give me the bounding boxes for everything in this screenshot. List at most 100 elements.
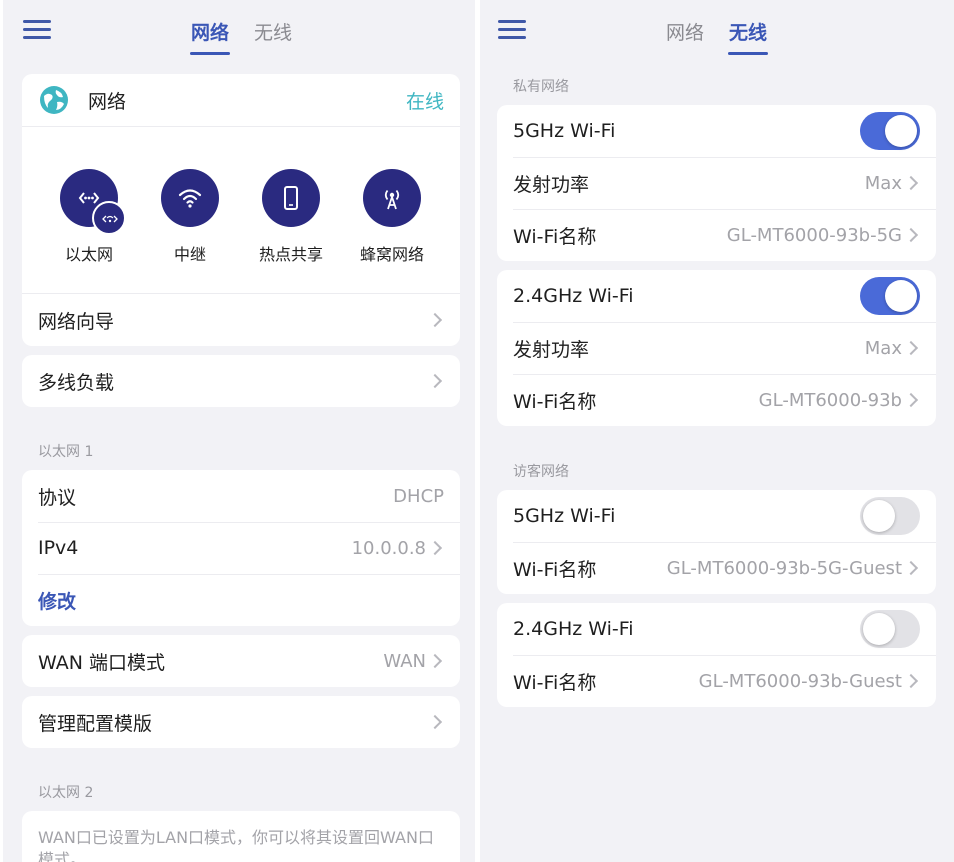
network-screen: 网络 无线 网络 在线 以太网 中继 热点共享 蜂窝网络 网络向导 多线负载 以…	[3, 0, 475, 862]
wan-port-card[interactable]: WAN 端口模式 WAN	[22, 635, 460, 687]
ipv4-value: 10.0.0.8	[351, 537, 426, 559]
tab-active-indicator	[190, 52, 230, 55]
chevron-right-icon	[427, 714, 443, 730]
wireless-screen: 网络 无线 私有网络 5GHz Wi-Fi 发射功率 Max Wi-Fi名称 G…	[480, 0, 954, 862]
power-row[interactable]: 发射功率 Max	[497, 157, 936, 209]
template-row[interactable]: 管理配置模版	[22, 696, 460, 748]
power-value: Max	[864, 337, 902, 359]
ethernet2-note: WAN口已设置为LAN口模式，你可以将其设置回WAN口模式。	[38, 828, 434, 862]
wifi-toggle[interactable]	[860, 610, 920, 648]
ssid-row[interactable]: Wi-Fi名称 GL-MT6000-93b	[497, 374, 936, 426]
ethernet2-section-title: 以太网 2	[38, 785, 94, 801]
protocol-label: 协议	[38, 486, 77, 509]
band-label: 2.4GHz Wi-Fi	[513, 285, 634, 307]
ssid-value: GL-MT6000-93b-Guest	[698, 670, 902, 692]
cellular-icon	[363, 169, 421, 227]
chevron-right-icon	[903, 673, 919, 689]
ssid-row[interactable]: Wi-Fi名称 GL-MT6000-93b-5G	[497, 209, 936, 261]
tab-wireless[interactable]: 无线	[726, 18, 770, 45]
header: 网络 无线	[480, 0, 954, 64]
ssid-row[interactable]: Wi-Fi名称 GL-MT6000-93b-Guest	[497, 655, 936, 707]
ethernet2-card: WAN口已设置为LAN口模式，你可以将其设置回WAN口模式。	[22, 811, 460, 862]
ssid-label: Wi-Fi名称	[513, 671, 597, 694]
chevron-right-icon	[427, 653, 443, 669]
network-wizard-label: 网络向导	[38, 310, 115, 333]
multi-wan-row[interactable]: 多线负载	[22, 355, 460, 407]
ssid-label: Wi-Fi名称	[513, 390, 597, 413]
menu-icon[interactable]	[23, 17, 51, 41]
wan-port-row[interactable]: WAN 端口模式 WAN	[22, 635, 460, 687]
power-label: 发射功率	[513, 173, 590, 196]
mode-tethering[interactable]: 热点共享	[246, 169, 336, 265]
ssid-value: GL-MT6000-93b	[758, 389, 902, 411]
multi-wan-card[interactable]: 多线负载	[22, 355, 460, 407]
ethernet1-card: 协议 DHCP IPv4 10.0.0.8 修改	[22, 470, 460, 626]
modify-button[interactable]: 修改	[38, 587, 444, 614]
chevron-right-icon	[903, 175, 919, 191]
mode-label: 中继	[173, 245, 206, 264]
ethernet1-section-title: 以太网 1	[38, 444, 94, 460]
wifi-toggle[interactable]	[860, 497, 920, 535]
chevron-right-icon	[427, 373, 443, 389]
globe-icon	[38, 84, 70, 116]
tab-network[interactable]: 网络	[663, 18, 707, 45]
band-label: 2.4GHz Wi-Fi	[513, 618, 634, 640]
protocol-row: 协议 DHCP	[22, 470, 460, 522]
protocol-value: DHCP	[393, 485, 444, 507]
ssid-label: Wi-Fi名称	[513, 225, 597, 248]
private-24g-card: 2.4GHz Wi-Fi 发射功率 Max Wi-Fi名称 GL-MT6000-…	[497, 270, 936, 426]
chevron-right-icon	[427, 312, 443, 328]
multi-wan-label: 多线负载	[38, 371, 115, 394]
online-status: 在线	[405, 90, 444, 113]
network-card-title: 网络	[88, 90, 127, 113]
private-network-section-title: 私有网络	[513, 79, 569, 95]
chevron-right-icon	[903, 560, 919, 576]
band-label: 5GHz Wi-Fi	[513, 505, 616, 527]
ssid-label: Wi-Fi名称	[513, 558, 597, 581]
tab-network[interactable]: 网络	[188, 18, 232, 45]
divider	[22, 126, 460, 127]
template-label: 管理配置模版	[38, 712, 153, 735]
chevron-right-icon	[903, 227, 919, 243]
wifi-toggle[interactable]	[860, 112, 920, 150]
tab-wireless[interactable]: 无线	[251, 18, 295, 45]
wifi-icon	[161, 169, 219, 227]
ipv4-row[interactable]: IPv4 10.0.0.8	[22, 522, 460, 574]
mode-ethernet[interactable]: 以太网	[44, 169, 134, 265]
ssid-row[interactable]: Wi-Fi名称 GL-MT6000-93b-5G-Guest	[497, 542, 936, 594]
mode-label: 热点共享	[258, 245, 323, 264]
power-value: Max	[864, 172, 902, 194]
private-5g-card: 5GHz Wi-Fi 发射功率 Max Wi-Fi名称 GL-MT6000-93…	[497, 105, 936, 261]
ipv4-label: IPv4	[38, 537, 79, 559]
mode-cellular[interactable]: 蜂窝网络	[347, 169, 437, 265]
mode-label: 蜂窝网络	[359, 245, 424, 264]
header: 网络 无线	[3, 0, 475, 64]
network-wizard-row[interactable]: 网络向导	[22, 294, 460, 346]
chevron-right-icon	[427, 540, 443, 556]
tab-active-indicator	[728, 52, 768, 55]
ethernet-icon	[60, 169, 126, 235]
template-card[interactable]: 管理配置模版	[22, 696, 460, 748]
ssid-value: GL-MT6000-93b-5G	[726, 224, 902, 246]
mode-repeater[interactable]: 中继	[145, 169, 235, 265]
chevron-right-icon	[903, 392, 919, 408]
chevron-right-icon	[903, 340, 919, 356]
menu-icon[interactable]	[498, 17, 526, 41]
guest-5g-card: 5GHz Wi-Fi Wi-Fi名称 GL-MT6000-93b-5G-Gues…	[497, 490, 936, 594]
sub-wifi-badge-icon	[92, 201, 126, 235]
wan-port-value: WAN	[383, 650, 426, 672]
guest-24g-card: 2.4GHz Wi-Fi Wi-Fi名称 GL-MT6000-93b-Guest	[497, 603, 936, 707]
power-row[interactable]: 发射功率 Max	[497, 322, 936, 374]
phone-icon	[262, 169, 320, 227]
power-label: 发射功率	[513, 338, 590, 361]
wan-port-label: WAN 端口模式	[38, 651, 165, 674]
network-status-row: 网络 在线	[22, 74, 460, 126]
modify-row[interactable]: 修改	[22, 574, 460, 626]
wifi-toggle[interactable]	[860, 277, 920, 315]
band-row: 5GHz Wi-Fi	[497, 105, 936, 157]
guest-network-section-title: 访客网络	[513, 464, 569, 480]
network-card: 网络 在线 以太网 中继 热点共享 蜂窝网络 网络向导	[22, 74, 460, 346]
band-row: 2.4GHz Wi-Fi	[497, 270, 936, 322]
mode-label: 以太网	[64, 245, 113, 264]
ssid-value: GL-MT6000-93b-5G-Guest	[666, 557, 902, 579]
